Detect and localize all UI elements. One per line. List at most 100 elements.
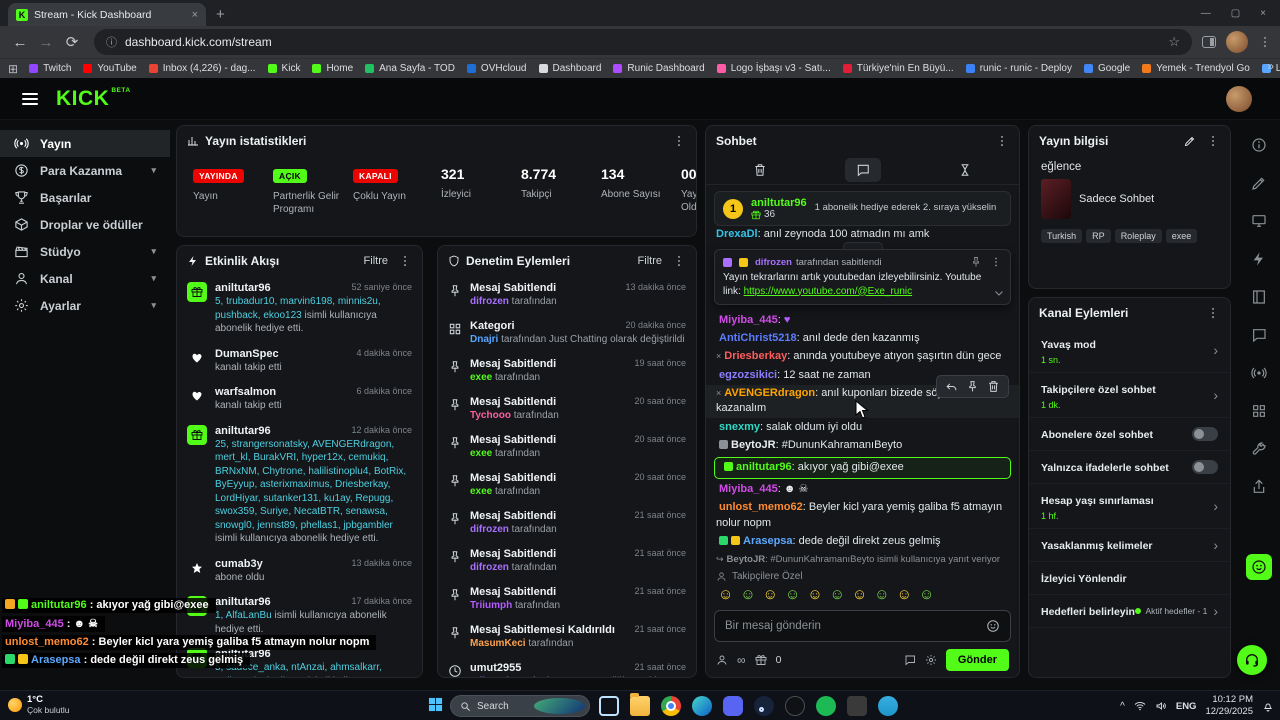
action-actor[interactable]: exee (470, 448, 492, 459)
chat-username[interactable]: Miyiba_445 (719, 314, 778, 326)
chat-username[interactable]: Miyiba_445 (719, 483, 778, 495)
chat-username[interactable]: unlost_memo62 (719, 501, 803, 513)
mod-action-icon[interactable] (716, 351, 721, 361)
spotify-icon[interactable] (814, 694, 838, 718)
gift-box-icon[interactable] (755, 654, 767, 666)
window-minimize-icon[interactable]: — (1201, 8, 1211, 19)
chat-message[interactable]: Driesberkay: anında youtubeye atıyon şaş… (706, 348, 1019, 366)
forward-icon[interactable]: → (34, 34, 58, 51)
activity-event[interactable]: aniltutar96 12 dakika önce 25, strangers… (177, 419, 422, 552)
reply-icon[interactable] (945, 380, 958, 393)
chat-message[interactable]: BeytoJR: #DununKahramanıBeyto isimli kul… (706, 551, 1019, 567)
delete-icon[interactable] (987, 380, 1000, 393)
url-text[interactable]: dashboard.kick.com/stream (125, 35, 1160, 49)
sidebar-item-basarilar[interactable]: Başarılar (0, 184, 170, 211)
language-indicator[interactable]: ENG (1176, 701, 1197, 712)
kebab-menu-icon[interactable] (995, 134, 1009, 148)
event-username[interactable]: DumanSpec (215, 348, 279, 360)
filter-button[interactable]: Filtre (364, 255, 388, 267)
bookmark-star-icon[interactable]: ☆ (1168, 34, 1180, 50)
epic-icon[interactable] (845, 694, 869, 718)
quick-emote[interactable]: ☺ (763, 587, 778, 602)
chat-username[interactable]: AntiChrist5218 (719, 332, 797, 344)
browser-menu-icon[interactable] (1258, 35, 1272, 49)
pin-icon[interactable] (966, 380, 979, 393)
pinned-message[interactable]: difrozen tarafından sabitlendi Yayın tek… (714, 249, 1011, 305)
sidebar-item-yayin[interactable]: Yayın (0, 130, 170, 157)
activity-event[interactable]: aniltutar96 52 saniye önce 5, trubadur10… (177, 276, 422, 342)
bookmark-item[interactable]: Runic Dashboard (608, 61, 709, 77)
chat-message[interactable]: ahmsalkan: ilk defa haklı (706, 567, 1019, 569)
quick-emote[interactable]: ☺ (740, 587, 755, 602)
event-username[interactable]: cumab3y (215, 558, 263, 570)
moderation-action[interactable]: Mesaj Sabitlendi 20 saat önce exee taraf… (438, 428, 696, 466)
wifi-icon[interactable] (1134, 700, 1146, 712)
stream-tag[interactable]: RP (1086, 229, 1111, 243)
site-info-icon[interactable]: ⓘ (106, 34, 117, 50)
activity-event[interactable]: DumanSpec 4 dakika önce kanalı takip ett… (177, 342, 422, 381)
slow-mode-icon[interactable] (947, 158, 983, 182)
weather-widget[interactable]: 1°C Çok bulutlu (8, 694, 70, 715)
screen-icon[interactable] (1246, 208, 1272, 234)
banned-words-row[interactable]: Yasaklanmış kelimeler › (1029, 529, 1230, 562)
event-username[interactable]: warfsalmon (215, 386, 276, 398)
quick-emote[interactable]: ☺ (718, 587, 733, 602)
chat-settings-gear-icon[interactable] (925, 654, 937, 666)
side-panel-icon[interactable] (1202, 36, 1216, 48)
category-name[interactable]: Sadece Sohbet (1079, 193, 1154, 205)
reload-icon[interactable]: ⟳ (60, 33, 84, 51)
chat-message[interactable]: BeytoJR: #DununKahramanıBeyto (706, 437, 1019, 455)
sidebar-item-kanal[interactable]: Kanal ▾ (0, 265, 170, 292)
action-actor[interactable]: MasumKeci (470, 638, 526, 649)
tab-close-icon[interactable]: × (192, 9, 198, 21)
apps-grid-icon[interactable]: ⊞ (8, 62, 18, 76)
followers-only-row[interactable]: Takipçilere özel sohbet 1 dk. › (1029, 373, 1230, 418)
action-actor[interactable]: Dnajri (470, 334, 498, 345)
emotes-only-row[interactable]: Yalnızca ifadelerle sohbet › (1029, 451, 1230, 484)
chat-message[interactable]: Miyiba_445: ☻ ☠ (706, 481, 1019, 499)
quick-emote[interactable]: ☺ (897, 587, 912, 602)
chat-mode-icon[interactable] (844, 158, 881, 182)
mod-action-icon[interactable] (716, 388, 721, 398)
moderation-action[interactable]: Mesaj Sabitlendi 21 saat önce difrozen t… (438, 504, 696, 542)
action-actor[interactable]: difrozen (470, 296, 509, 307)
host-viewers-row[interactable]: İzleyici Yönlendir › (1029, 562, 1230, 595)
viewers-icon[interactable] (716, 654, 728, 666)
moderation-action[interactable]: Mesaj Sabitlendi 21 saat önce difrozen t… (438, 542, 696, 580)
share-icon[interactable] (1246, 474, 1272, 500)
chat-username[interactable]: snexmy (719, 421, 760, 433)
slow-mode-row[interactable]: Yavaş mod 1 sn. › (1029, 328, 1230, 373)
chat-popout-icon[interactable] (904, 654, 916, 666)
action-actor[interactable]: Tychooo (470, 410, 511, 421)
edge-icon[interactable] (690, 694, 714, 718)
clear-chat-icon[interactable] (742, 158, 778, 182)
chat-username[interactable]: BeytoJR (731, 439, 776, 451)
browser-profile-avatar[interactable] (1226, 31, 1248, 53)
bookmark-item[interactable]: Türkiye'nin En Büyü... (838, 61, 959, 77)
chevron-right-icon[interactable]: › (1213, 387, 1218, 403)
leaderboard-username[interactable]: aniltutar96 (751, 197, 807, 209)
chevron-right-icon[interactable]: › (1213, 537, 1218, 553)
quick-emote[interactable]: ☺ (852, 587, 867, 602)
category-thumbnail[interactable] (1041, 179, 1071, 219)
chat-username[interactable]: BeytoJR (727, 554, 766, 565)
moderation-action[interactable]: Mesaj Sabitlendi 19 saat önce exee taraf… (438, 352, 696, 390)
pinned-collapse-handle[interactable] (842, 242, 883, 249)
tray-expand-icon[interactable]: ^ (1120, 701, 1125, 712)
kebab-menu-icon[interactable] (990, 256, 1002, 268)
chat-message[interactable]: unlost_memo62: Beyler kicl yara yemiş ga… (706, 499, 1019, 533)
bookmark-item[interactable]: Ana Sayfa - TOD (360, 61, 460, 77)
user-avatar[interactable] (1226, 85, 1252, 112)
chat-message[interactable]: aniltutar96: akıyor yağ gibi@exee (714, 457, 1011, 479)
quick-emote[interactable]: ☺ (807, 587, 822, 602)
volume-icon[interactable] (1155, 700, 1167, 712)
steam-icon[interactable] (752, 694, 776, 718)
back-icon[interactable]: ← (8, 34, 32, 51)
sidebar-item-droplar[interactable]: Droplar ve ödüller (0, 211, 170, 238)
chat-message[interactable]: snexmy: salak oldum iyi oldu (706, 418, 1019, 436)
chat-username[interactable]: DrexaDl (716, 228, 758, 240)
quick-actions-icon[interactable] (1246, 246, 1272, 272)
kebab-menu-icon[interactable] (1206, 306, 1220, 320)
bookmark-item[interactable]: OVHcloud (462, 61, 532, 77)
moderation-action[interactable]: Kategori 20 dakika önce Dnajri tarafında… (438, 314, 696, 352)
